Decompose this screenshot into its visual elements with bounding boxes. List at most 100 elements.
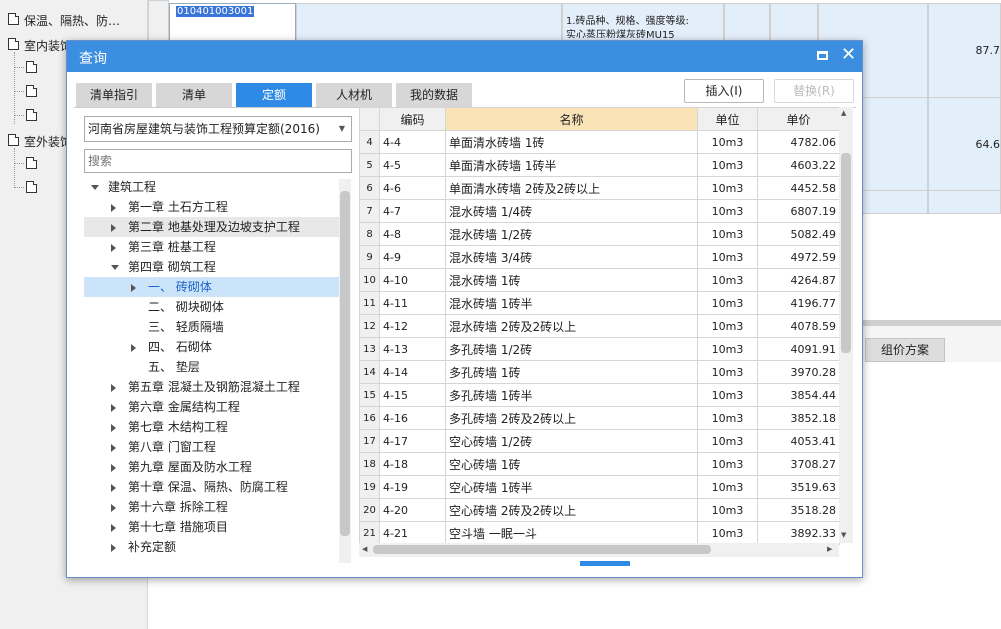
tree-item-interior[interactable]: 室内装饰 [24,37,66,54]
grid-vertical-scrollbar[interactable]: ▲ ▼ [839,107,853,543]
tree-node[interactable]: 第十七章 措施项目 [84,517,339,537]
table-row[interactable]: 10 4-10 混水砖墙 1砖 10m3 4264.87 [359,268,840,292]
table-row[interactable]: 4 4-4 单面清水砖墙 1砖 10m3 4782.06 [359,130,840,154]
table-row[interactable]: 14 4-14 多孔砖墙 1砖 10m3 3970.28 [359,360,840,384]
tree-node-label: 四、 石砌体 [148,340,212,354]
tree-scrollbar-thumb[interactable] [340,191,350,536]
tree-node[interactable]: 三、 轻质隔墙 [84,317,339,337]
table-row[interactable]: 12 4-12 混水砖墙 2砖及2砖以上 10m3 4078.59 [359,314,840,338]
tree-node[interactable]: 四、 石砌体 [84,337,339,357]
table-row[interactable]: 11 4-11 混水砖墙 1砖半 10m3 4196.77 [359,291,840,315]
expand-right-icon[interactable] [111,223,116,232]
tree-item-exterior[interactable]: 室外装饰 [24,133,66,150]
grid-scrollbar-thumb[interactable] [841,153,851,353]
tree-node[interactable]: 补充定额 [84,537,339,557]
tab-my-data[interactable]: 我的数据 [396,83,472,107]
dialog-titlebar[interactable]: 查询 ✕ [67,41,862,72]
column-header-price[interactable]: 单价 [757,107,840,131]
expand-right-icon[interactable] [111,383,116,392]
table-row[interactable]: 17 4-17 空心砖墙 1/2砖 10m3 4053.41 [359,429,840,453]
tree-node[interactable]: 第一章 土石方工程 [84,197,339,217]
tab-labor-material-machine[interactable]: 人材机 [316,83,392,107]
table-row[interactable]: 15 4-15 多孔砖墙 1砖半 10m3 3854.44 [359,383,840,407]
expand-right-icon[interactable] [111,423,116,432]
scroll-left-icon[interactable]: ◀ [362,545,367,553]
table-row[interactable]: 18 4-18 空心砖墙 1砖 10m3 3708.27 [359,452,840,476]
cell-name: 多孔砖墙 1砖半 [445,383,698,407]
tree-node[interactable]: 建筑工程 [84,177,339,197]
tab-pricing-plan[interactable]: 组价方案 [865,338,945,362]
document-icon[interactable] [26,85,37,97]
table-row[interactable]: 19 4-19 空心砖墙 1砖半 10m3 3519.63 [359,475,840,499]
document-icon[interactable] [26,181,37,193]
tree-node[interactable]: 一、 砖砌体 [84,277,339,297]
tree-node-label: 三、 轻质隔墙 [148,320,224,334]
table-row[interactable]: 21 4-21 空斗墙 一眠一斗 10m3 3892.33 [359,521,840,545]
expand-right-icon[interactable] [111,243,116,252]
table-row[interactable]: 16 4-16 多孔砖墙 2砖及2砖以上 10m3 3852.18 [359,406,840,430]
row-index: 9 [359,245,380,269]
expand-right-icon[interactable] [111,443,116,452]
splitter-handle[interactable] [580,561,630,566]
tree-node[interactable]: 第六章 金属结构工程 [84,397,339,417]
tree-node[interactable]: 第三章 桩基工程 [84,237,339,257]
tree-node-label: 第三章 桩基工程 [128,240,216,254]
tree-node[interactable]: 第十章 保温、隔热、防腐工程 [84,477,339,497]
search-input[interactable] [84,149,352,173]
scroll-up-icon[interactable]: ▲ [841,109,846,117]
tab-list-guide[interactable]: 清单指引 [76,83,152,107]
insert-button[interactable]: 插入(I) [684,79,764,103]
quota-library-select[interactable]: 河南省房屋建筑与装饰工程预算定额(2016) ▼ [84,116,352,142]
close-icon[interactable]: ✕ [841,44,856,66]
expand-right-icon[interactable] [111,483,116,492]
maximize-icon[interactable] [817,51,828,60]
expand-right-icon[interactable] [111,463,116,472]
table-row[interactable]: 7 4-7 混水砖墙 1/4砖 10m3 6807.19 [359,199,840,223]
tree-node[interactable]: 第七章 木结构工程 [84,417,339,437]
tree-node[interactable]: 五、 垫层 [84,357,339,377]
table-row[interactable]: 6 4-6 单面清水砖墙 2砖及2砖以上 10m3 4452.58 [359,176,840,200]
cell-code: 4-8 [379,222,446,246]
table-row[interactable]: 20 4-20 空心砖墙 2砖及2砖以上 10m3 3518.28 [359,498,840,522]
column-header-code[interactable]: 编码 [379,107,446,131]
document-icon[interactable] [26,109,37,121]
tab-quota[interactable]: 定额 [236,83,312,107]
row-index: 18 [359,452,380,476]
expand-down-icon[interactable] [111,265,119,270]
tree-node[interactable]: 第十六章 拆除工程 [84,497,339,517]
tree-node[interactable]: 第二章 地基处理及边坡支护工程 [84,217,339,237]
tree-scrollbar[interactable] [339,179,351,563]
expand-right-icon[interactable] [131,283,136,292]
document-icon[interactable] [26,157,37,169]
amount-value-2: 64.6 [975,138,1001,151]
code-cell[interactable]: 010401003001 [169,3,296,41]
tree-node[interactable]: 第五章 混凝土及钢筋混凝土工程 [84,377,339,397]
table-row[interactable]: 13 4-13 多孔砖墙 1/2砖 10m3 4091.91 [359,337,840,361]
expand-down-icon[interactable] [91,185,99,190]
grid-hscroll-thumb[interactable] [373,545,711,554]
expand-right-icon[interactable] [111,543,116,552]
expand-right-icon[interactable] [111,403,116,412]
tree-node[interactable]: 第九章 屋面及防水工程 [84,457,339,477]
tree-node[interactable]: 第四章 砌筑工程 [84,257,339,277]
tree-item-insulation[interactable]: 保温、隔热、防… [24,12,120,29]
replace-button[interactable]: 替换(R) [774,79,854,103]
tree-node[interactable]: 第八章 门窗工程 [84,437,339,457]
document-icon[interactable] [26,61,37,73]
table-row[interactable]: 9 4-9 混水砖墙 3/4砖 10m3 4972.59 [359,245,840,269]
column-header-name[interactable]: 名称 [445,107,698,131]
tab-list[interactable]: 清单 [156,83,232,107]
table-row[interactable]: 8 4-8 混水砖墙 1/2砖 10m3 5082.49 [359,222,840,246]
table-row[interactable]: 5 4-5 单面清水砖墙 1砖半 10m3 4603.22 [359,153,840,177]
scroll-right-icon[interactable]: ▶ [827,545,832,553]
scroll-down-icon[interactable]: ▼ [841,531,846,539]
expand-right-icon[interactable] [131,343,136,352]
expand-right-icon[interactable] [111,503,116,512]
column-header-unit[interactable]: 单位 [697,107,758,131]
grid-horizontal-scrollbar[interactable]: ◀ ▶ [359,543,839,557]
tree-node-label: 第七章 木结构工程 [128,420,228,434]
tree-node[interactable]: 二、 砌块砌体 [84,297,339,317]
expand-right-icon[interactable] [111,203,116,212]
document-icon [8,134,19,146]
expand-right-icon[interactable] [111,523,116,532]
